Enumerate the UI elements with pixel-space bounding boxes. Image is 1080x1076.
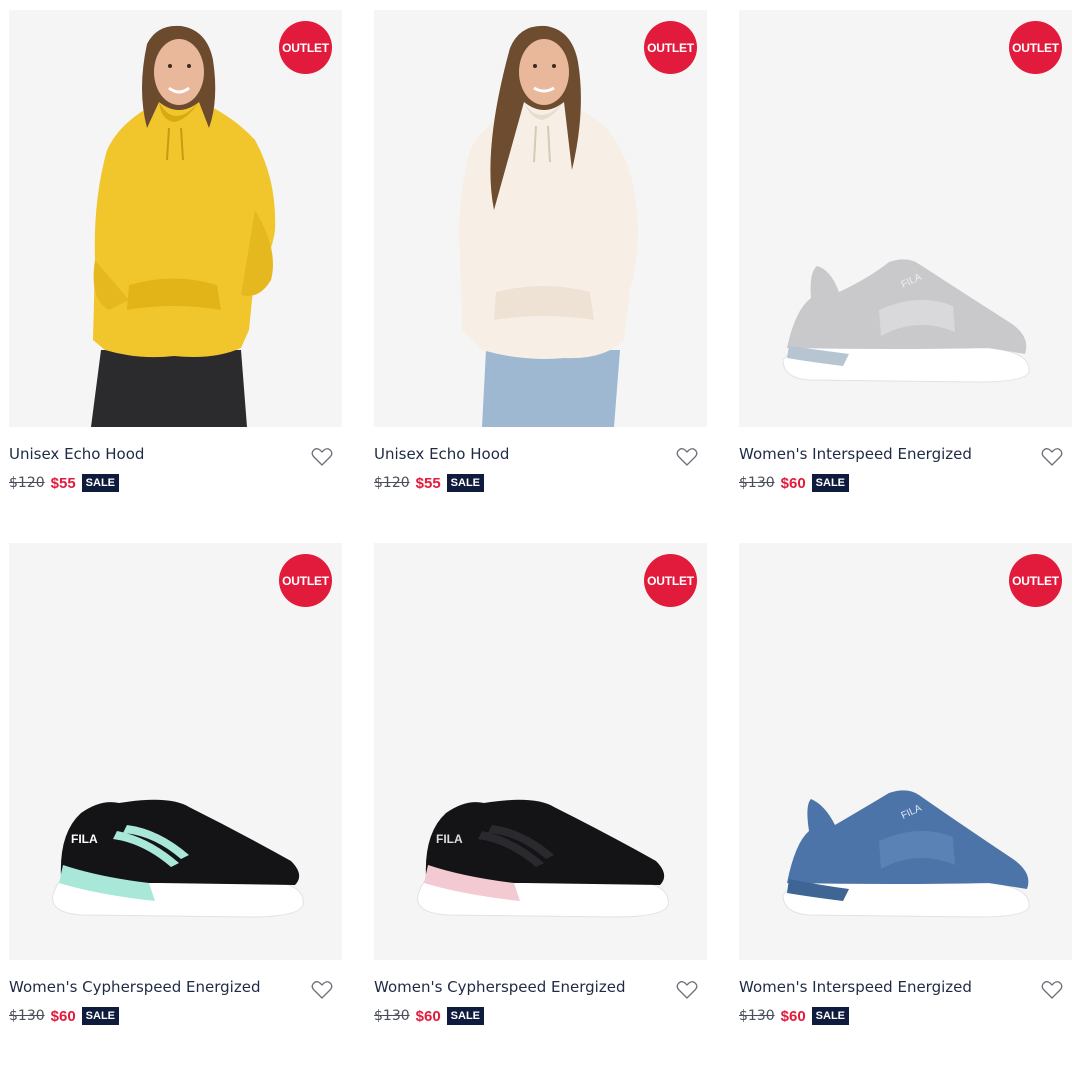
black-pink-sneaker-image: FILA <box>417 799 669 918</box>
black-mint-sneaker-image: FILA <box>52 799 304 918</box>
original-price: $130 <box>374 1008 410 1024</box>
heart-icon[interactable] <box>311 980 333 1000</box>
product-card[interactable]: FILA OUTLET Women's Cypherspeed Energize… <box>9 543 342 1076</box>
heart-icon[interactable] <box>676 980 698 1000</box>
price-row: $130 $60 SALE <box>9 1007 120 1025</box>
product-card[interactable]: FILA OUTLET Women's Interspeed Energized… <box>739 543 1072 1076</box>
sale-price: $60 <box>780 474 806 492</box>
original-price: $120 <box>9 475 45 491</box>
grey-slip-on-sneaker-image: FILA <box>782 259 1030 383</box>
product-card[interactable]: OUTLET Unisex Echo Hood $120 $55 SALE <box>9 10 342 543</box>
product-name[interactable]: Unisex Echo Hood <box>374 445 509 463</box>
outlet-badge: OUTLET <box>644 21 697 74</box>
sale-tag: SALE <box>81 474 120 492</box>
original-price: $130 <box>739 475 775 491</box>
heart-icon[interactable] <box>1041 447 1063 467</box>
product-image[interactable]: FILA OUTLET <box>739 543 1072 960</box>
sale-price: $55 <box>50 474 76 492</box>
product-name[interactable]: Unisex Echo Hood <box>9 445 144 463</box>
outlet-badge: OUTLET <box>1009 21 1062 74</box>
sale-tag: SALE <box>446 1007 485 1025</box>
price-row: $120 $55 SALE <box>374 474 485 492</box>
product-image[interactable]: FILA OUTLET <box>739 10 1072 427</box>
price-row: $130 $60 SALE <box>739 474 850 492</box>
outlet-badge: OUTLET <box>279 21 332 74</box>
yellow-hoodie-image <box>91 25 276 427</box>
product-image[interactable]: OUTLET <box>9 10 342 427</box>
product-card[interactable]: OUTLET Unisex Echo Hood $120 $55 SALE <box>374 10 707 543</box>
price-row: $130 $60 SALE <box>374 1007 485 1025</box>
product-image[interactable]: OUTLET <box>374 10 707 427</box>
product-grid: OUTLET Unisex Echo Hood $120 $55 SALE OU… <box>9 10 1072 1076</box>
product-image[interactable]: FILA OUTLET <box>9 543 342 960</box>
sale-tag: SALE <box>446 474 485 492</box>
sale-price: $55 <box>415 474 441 492</box>
blue-slip-on-sneaker-image: FILA <box>782 790 1030 918</box>
product-name[interactable]: Women's Interspeed Energized <box>739 978 972 996</box>
product-card[interactable]: FILA OUTLET Women's Interspeed Energized… <box>739 10 1072 543</box>
outlet-badge: OUTLET <box>644 554 697 607</box>
price-row: $120 $55 SALE <box>9 474 120 492</box>
heart-icon[interactable] <box>311 447 333 467</box>
outlet-badge: OUTLET <box>1009 554 1062 607</box>
price-row: $130 $60 SALE <box>739 1007 850 1025</box>
product-card[interactable]: FILA OUTLET Women's Cypherspeed Energize… <box>374 543 707 1076</box>
svg-text:FILA: FILA <box>436 832 463 846</box>
original-price: $120 <box>374 475 410 491</box>
product-image[interactable]: FILA OUTLET <box>374 543 707 960</box>
product-name[interactable]: Women's Interspeed Energized <box>739 445 972 463</box>
sale-price: $60 <box>780 1007 806 1025</box>
heart-icon[interactable] <box>1041 980 1063 1000</box>
sale-tag: SALE <box>811 1007 850 1025</box>
sale-tag: SALE <box>81 1007 120 1025</box>
outlet-badge: OUTLET <box>279 554 332 607</box>
sale-price: $60 <box>415 1007 441 1025</box>
sale-tag: SALE <box>811 474 850 492</box>
product-name[interactable]: Women's Cypherspeed Energized <box>374 978 625 996</box>
original-price: $130 <box>739 1008 775 1024</box>
sale-price: $60 <box>50 1007 76 1025</box>
original-price: $130 <box>9 1008 45 1024</box>
svg-text:FILA: FILA <box>71 832 98 846</box>
product-name[interactable]: Women's Cypherspeed Energized <box>9 978 260 996</box>
cream-hoodie-image <box>459 25 638 427</box>
heart-icon[interactable] <box>676 447 698 467</box>
